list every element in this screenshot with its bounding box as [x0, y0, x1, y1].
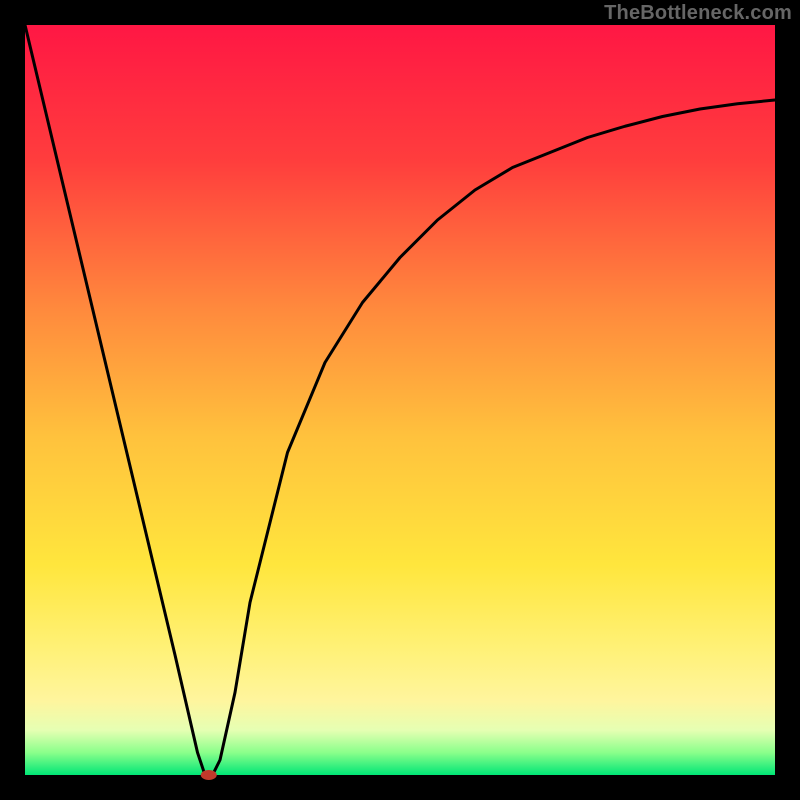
optimal-marker	[201, 770, 217, 780]
plot-background	[25, 25, 775, 775]
chart-frame: TheBottleneck.com	[0, 0, 800, 800]
watermark-text: TheBottleneck.com	[604, 2, 792, 25]
chart-canvas	[0, 0, 800, 800]
